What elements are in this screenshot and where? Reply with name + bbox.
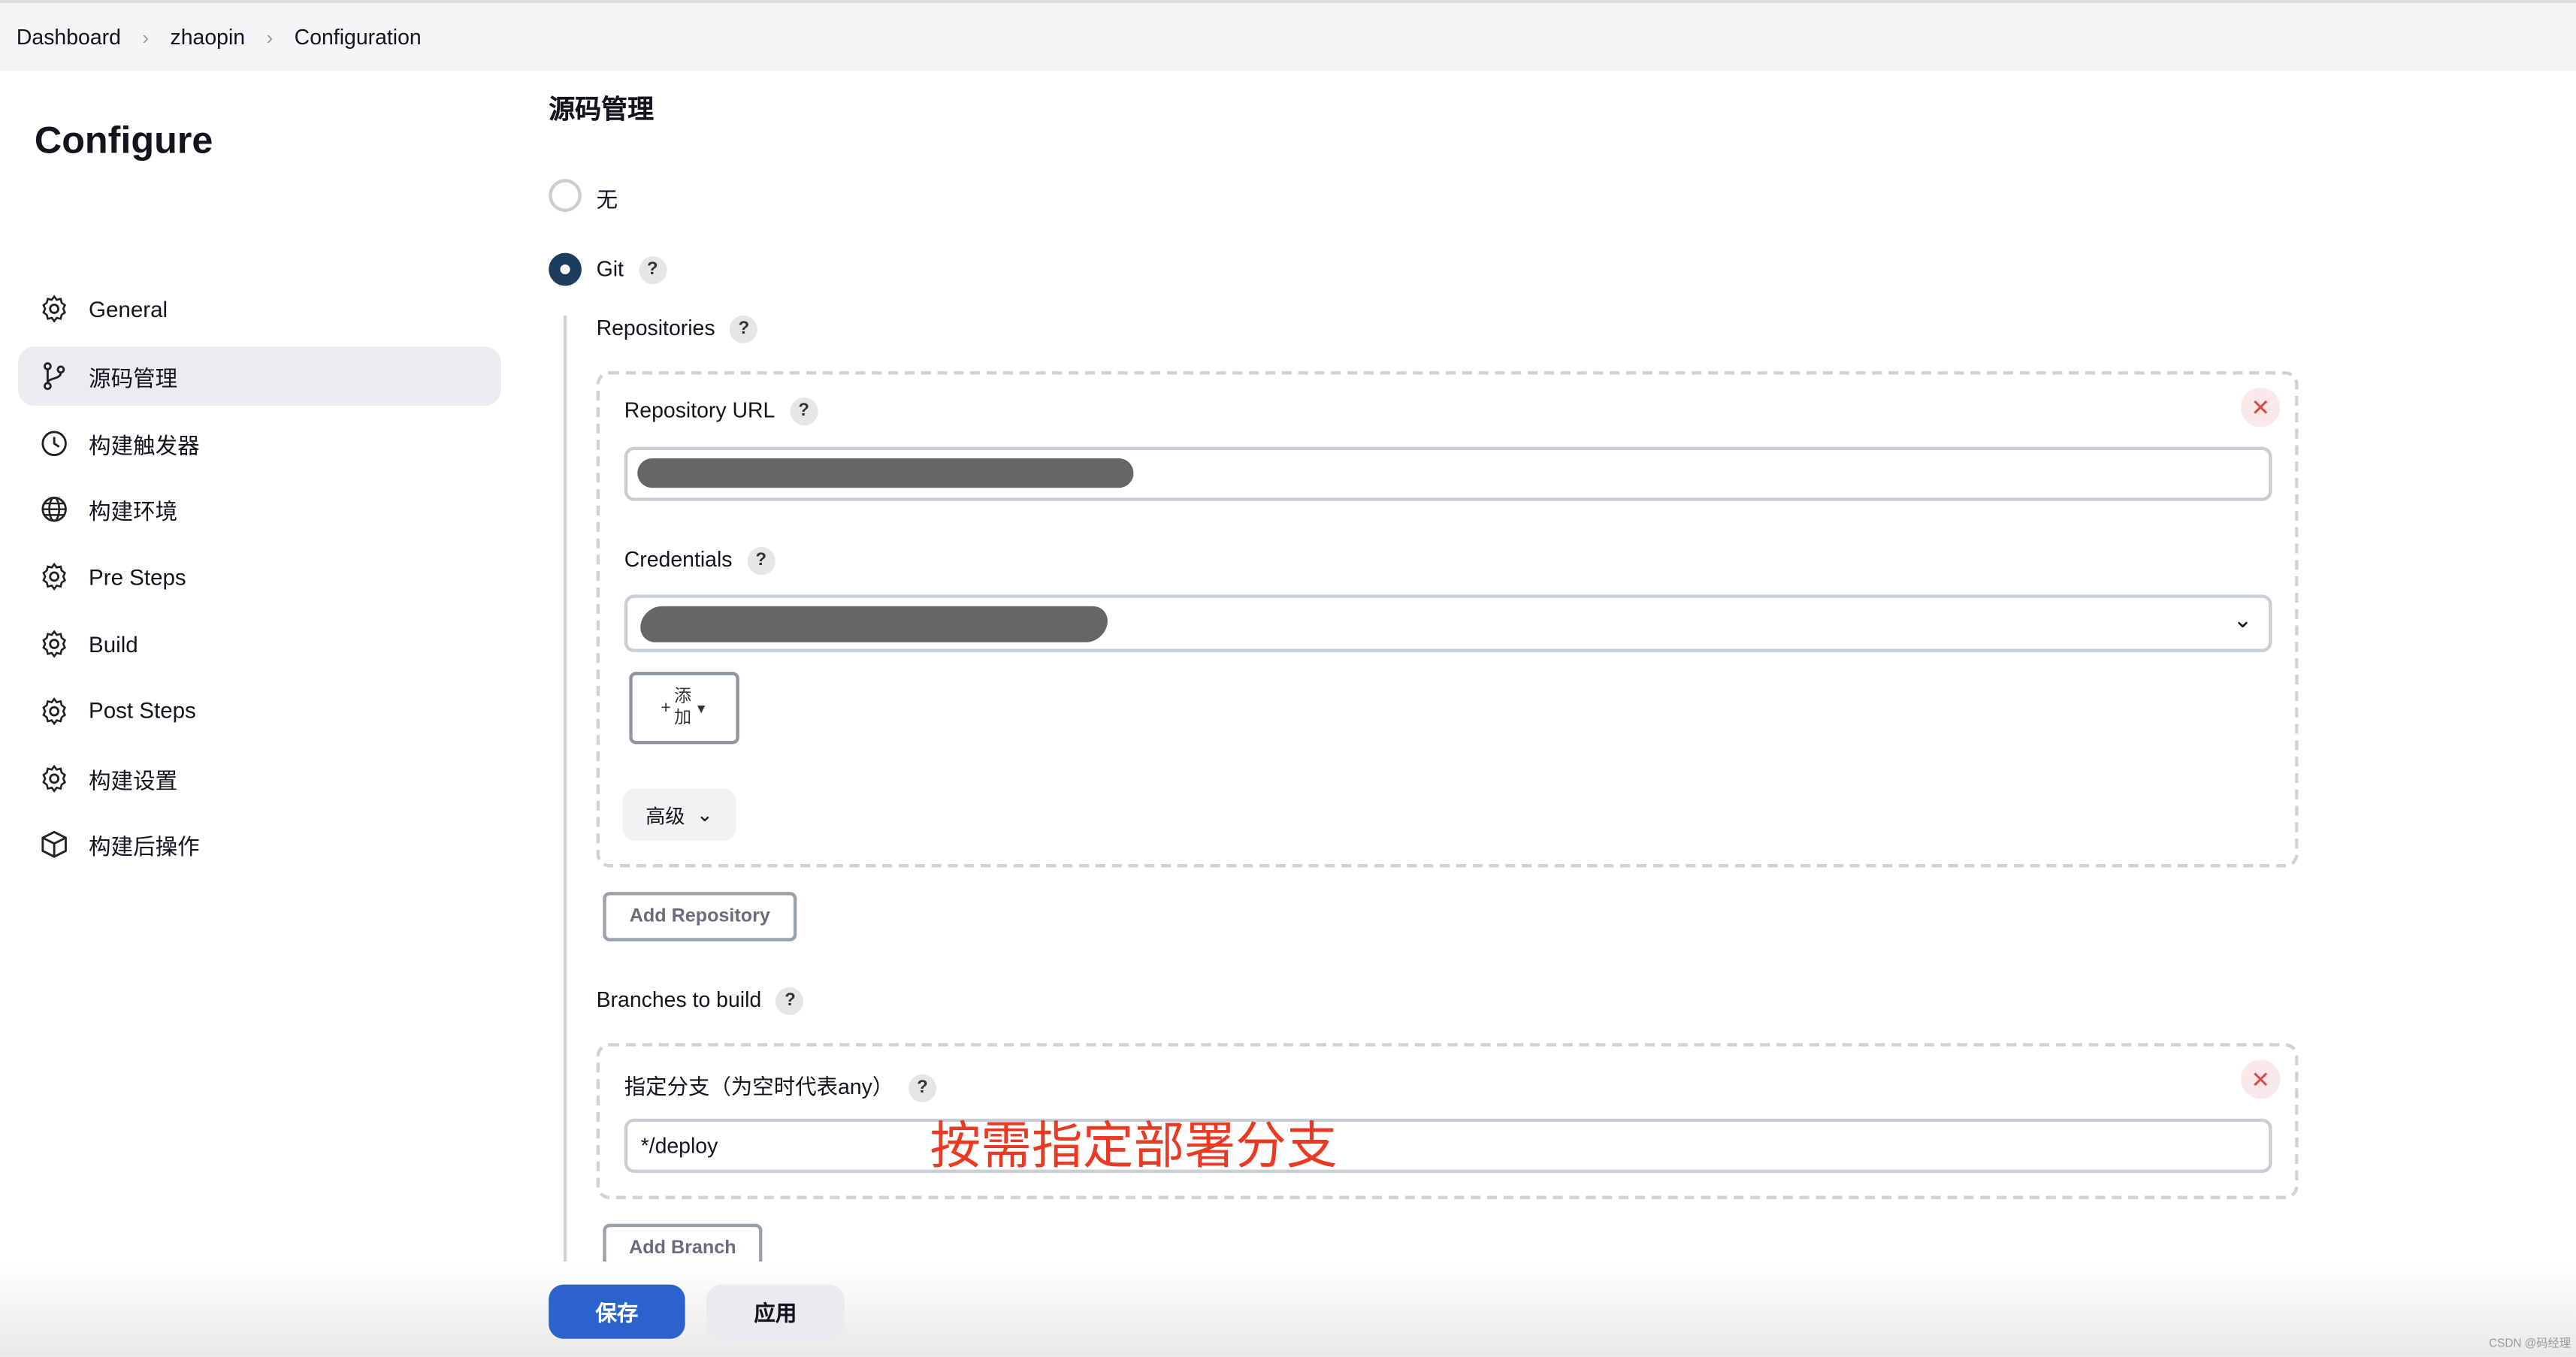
sidebar-item-4[interactable]: Pre Steps	[18, 547, 501, 606]
repository-url-label: Repository URL	[624, 397, 776, 422]
help-icon[interactable]: ?	[908, 1074, 937, 1103]
git-branch-icon	[44, 361, 65, 390]
clock-icon	[41, 430, 67, 456]
help-icon[interactable]: ?	[638, 256, 667, 285]
annotation-text: 按需指定部署分支	[930, 1117, 1338, 1175]
chevron-right-icon: ›	[266, 25, 274, 49]
package-icon	[41, 831, 67, 859]
gear-icon	[42, 697, 66, 725]
watermark: CSDN @码经理	[2489, 1338, 2571, 1351]
section-indent-line	[563, 315, 567, 1268]
help-icon[interactable]: ?	[790, 397, 818, 426]
branch-specifier-label: 指定分支（为空时代表any）	[624, 1074, 894, 1099]
chevron-down-icon: ⌄	[696, 803, 713, 827]
advanced-label: 高级	[646, 804, 685, 827]
help-icon[interactable]: ?	[776, 987, 805, 1016]
breadcrumb-zhaopin[interactable]: zhaopin	[171, 25, 246, 50]
radio-none-label: 无	[596, 187, 618, 213]
sidebar-item-label: Post Steps	[89, 698, 196, 724]
footer-bar	[0, 1262, 2576, 1357]
sidebar-item-label: 源码管理	[89, 366, 178, 391]
sidebar-item-0[interactable]: General	[18, 280, 501, 339]
radio-git[interactable]	[549, 252, 582, 286]
sidebar-item-2[interactable]: 构建触发器	[18, 413, 501, 473]
gear-icon	[42, 763, 66, 792]
chevron-right-icon: ›	[142, 25, 150, 49]
sidebar-item-label: General	[89, 296, 168, 322]
sidebar-item-6[interactable]: Post Steps	[18, 682, 501, 741]
sidebar-item-label: 构建设置	[89, 768, 178, 793]
add-label-2: 加	[674, 708, 692, 728]
redacted-url	[637, 458, 1134, 488]
sidebar-item-8[interactable]: 构建后操作	[18, 815, 501, 875]
sidebar-item-7[interactable]: 构建设置	[18, 748, 501, 808]
globe-icon	[41, 497, 67, 523]
breadcrumb-configuration[interactable]: Configuration	[295, 25, 422, 50]
close-icon[interactable]: ✕	[2240, 1059, 2281, 1099]
sidebar-item-label: 构建后操作	[89, 835, 200, 860]
sidebar-item-label: Build	[89, 631, 138, 657]
advanced-button[interactable]: 高级 ⌄	[622, 788, 736, 842]
sidebar-item-3[interactable]: 构建环境	[18, 480, 501, 539]
help-icon[interactable]: ?	[747, 547, 776, 576]
help-icon[interactable]: ?	[730, 315, 758, 344]
branch-specifier-input[interactable]: */deploy	[624, 1118, 2272, 1173]
sidebar-item-1[interactable]: 源码管理	[18, 346, 501, 406]
close-icon[interactable]: ✕	[2240, 387, 2281, 428]
breadcrumb-dashboard[interactable]: Dashboard	[17, 25, 121, 50]
radio-git-label: Git	[596, 256, 624, 281]
credentials-label: Credentials	[624, 547, 733, 572]
gear-icon	[42, 630, 66, 658]
section-title: 源码管理	[549, 96, 655, 125]
add-repository-button[interactable]: Add Repository	[603, 892, 797, 941]
breadcrumb: Dashboard › zhaopin › Configuration	[0, 3, 2576, 71]
save-button[interactable]: 保存	[549, 1284, 685, 1339]
branches-label: Branches to build	[596, 987, 762, 1012]
sidebar-item-label: 构建触发器	[89, 433, 200, 458]
plus-icon: +	[661, 698, 671, 718]
sidebar-item-label: Pre Steps	[89, 564, 186, 590]
add-credentials-button[interactable]: + 添加 ▼	[629, 672, 739, 745]
sidebar-item-5[interactable]: Build	[18, 615, 501, 674]
gear-icon	[42, 563, 66, 591]
radio-none[interactable]	[549, 179, 582, 213]
caret-down-icon: ▼	[694, 700, 708, 716]
sidebar-item-label: 构建环境	[89, 500, 178, 525]
page-title: Configure	[34, 118, 213, 162]
gear-icon	[42, 295, 66, 323]
redacted-credentials	[637, 606, 1111, 642]
chevron-down-icon: ⌄	[2233, 606, 2253, 633]
apply-button[interactable]: 应用	[706, 1284, 845, 1339]
add-label-1: 添	[674, 686, 692, 707]
repositories-label: Repositories	[596, 315, 715, 340]
